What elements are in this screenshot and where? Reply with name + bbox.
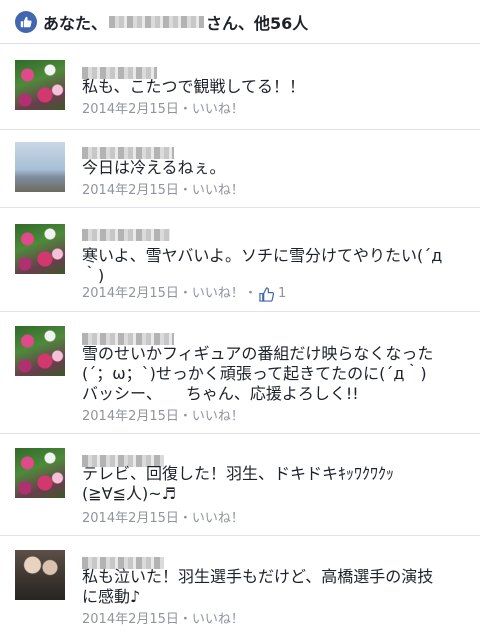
comment-meta: 2014年2月15日 ・ いいね！	[82, 612, 244, 628]
comment-meta: 2014年2月15日 ・ いいね！	[82, 183, 244, 199]
comment-date[interactable]: 2014年2月15日	[82, 612, 179, 628]
comment-meta: 2014年2月15日 ・ いいね！	[82, 511, 244, 527]
comment-text: 私も、こたつで観戦してる！！	[82, 77, 306, 96]
avatar[interactable]	[15, 326, 65, 376]
comment-text: 雪のせいかフィギュアの番組だけ映らなくなった (´；ω；`)せっかく頑張って起き…	[82, 344, 434, 403]
comment-item: 寒いよ、雪ヤバいよ。ソチに雪分けてやりたい(´д ｀) 2014年2月15日 ・…	[0, 208, 480, 312]
comment-item: 私も、こたつで観戦してる！！ 2014年2月15日 ・ いいね！	[0, 44, 480, 130]
separator: ・	[243, 286, 257, 301]
like-link[interactable]: いいね！	[192, 183, 244, 199]
like-count[interactable]: 1	[278, 286, 286, 302]
likes-summary-suffix: さん、他56人	[206, 13, 309, 33]
comment-meta: 2014年2月15日 ・ いいね！ ・ 1	[82, 286, 286, 302]
comment-date[interactable]: 2014年2月15日	[82, 409, 179, 425]
comment-text: 私も泣いた！羽生選手もだけど、高橋選手の演技 に感動♪	[82, 567, 434, 606]
separator: ・	[178, 612, 192, 627]
separator: ・	[178, 511, 192, 526]
like-link[interactable]: いいね！	[192, 612, 244, 628]
comment-meta: 2014年2月15日 ・ いいね！	[82, 409, 244, 425]
comment-date[interactable]: 2014年2月15日	[82, 102, 179, 118]
comment-item: 雪のせいかフィギュアの番組だけ映らなくなった (´；ω；`)せっかく頑張って起き…	[0, 312, 480, 434]
commenter-name[interactable]	[82, 450, 164, 467]
like-link[interactable]: いいね！	[192, 511, 244, 527]
like-link[interactable]: いいね！	[192, 409, 244, 425]
avatar[interactable]	[15, 448, 65, 498]
avatar[interactable]	[15, 142, 65, 192]
separator: ・	[178, 286, 192, 301]
comment-item: 今日は冷えるねぇ。 2014年2月15日 ・ いいね！	[0, 130, 480, 208]
avatar[interactable]	[15, 224, 65, 274]
like-link[interactable]: いいね！	[192, 102, 244, 118]
comment-text: テレビ、回復した！羽生、ドキドキｷｯﾜｸﾜｸｯ (≧∀≦人)~♬	[82, 464, 395, 503]
separator: ・	[178, 102, 192, 117]
comment-date[interactable]: 2014年2月15日	[82, 183, 179, 199]
redacted-names	[109, 15, 205, 28]
separator: ・	[178, 409, 192, 424]
commenter-name[interactable]	[82, 142, 174, 159]
likes-summary-bar[interactable]: あなた、 さん、他56人	[0, 0, 480, 44]
comment-item: テレビ、回復した！羽生、ドキドキｷｯﾜｸﾜｸｯ (≧∀≦人)~♬ 2014年2月…	[0, 434, 480, 536]
comment-text: 寒いよ、雪ヤバいよ。ソチに雪分けてやりたい(´д ｀)	[82, 246, 443, 285]
comment-text: 今日は冷えるねぇ。	[82, 158, 226, 177]
like-badge-icon	[15, 10, 37, 33]
avatar[interactable]	[15, 60, 65, 110]
avatar[interactable]	[15, 550, 65, 600]
commenter-name[interactable]	[82, 552, 164, 569]
comment-date[interactable]: 2014年2月15日	[82, 286, 179, 302]
thumbs-up-icon	[259, 286, 275, 302]
comment-meta: 2014年2月15日 ・ いいね！	[82, 102, 244, 118]
comment-item: 私も泣いた！羽生選手もだけど、高橋選手の演技 に感動♪ 2014年2月15日 ・…	[0, 536, 480, 640]
commenter-name[interactable]	[82, 224, 170, 241]
likes-summary-prefix: あなた、	[43, 13, 108, 33]
separator: ・	[178, 183, 192, 198]
commenter-name[interactable]	[82, 328, 174, 345]
commenter-name[interactable]	[82, 62, 157, 79]
like-link[interactable]: いいね！	[192, 286, 244, 302]
comment-date[interactable]: 2014年2月15日	[82, 511, 179, 527]
